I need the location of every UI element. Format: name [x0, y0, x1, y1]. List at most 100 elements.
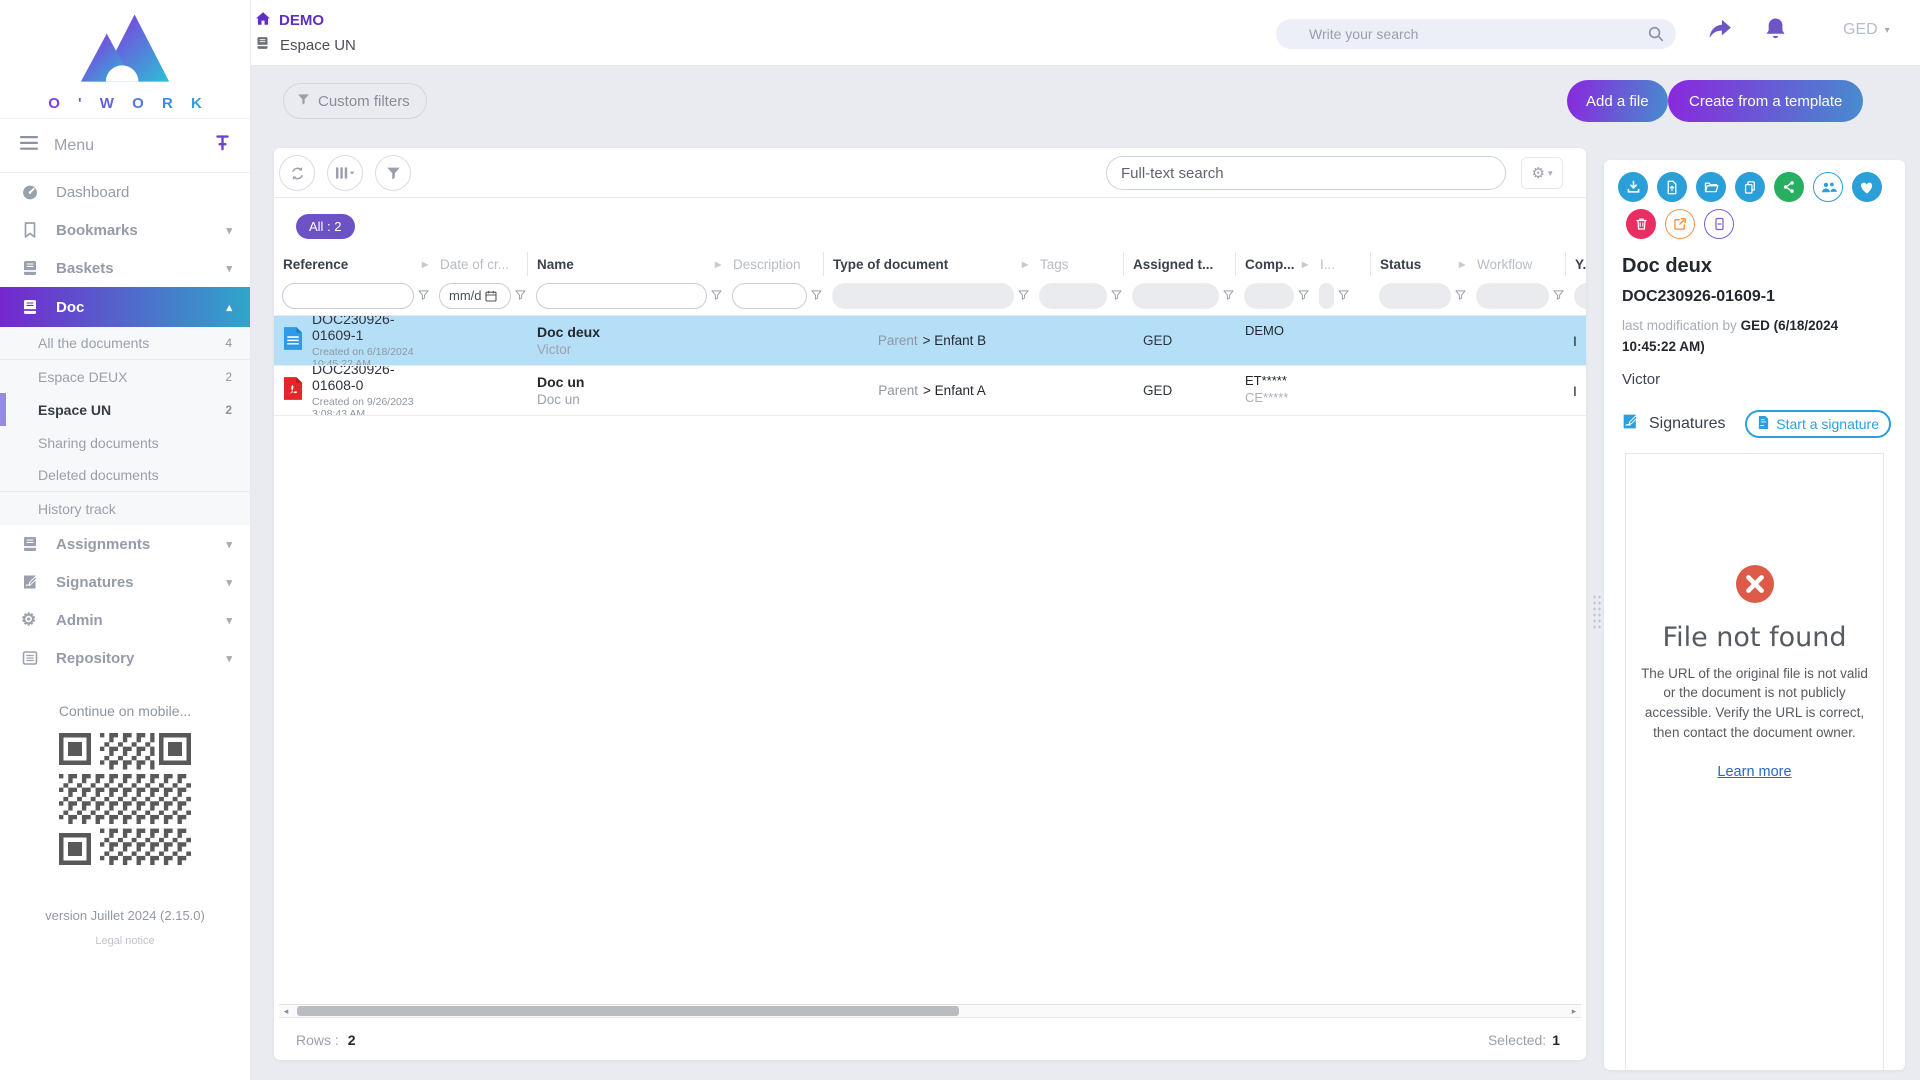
funnel-icon[interactable]	[1553, 290, 1564, 301]
document-name-sub: Doc un	[537, 392, 724, 407]
column-header-tags[interactable]: Tags	[1031, 252, 1124, 276]
pin-sidebar-icon[interactable]	[215, 135, 230, 156]
create-from-template-button[interactable]: Create from a template	[1668, 80, 1863, 122]
document-reference: DOC230926-01609-1	[312, 316, 431, 343]
filter-input-name[interactable]	[536, 283, 707, 309]
sidebar-item-baskets[interactable]: Baskets ▾	[0, 249, 250, 287]
funnel-icon[interactable]	[1018, 290, 1029, 301]
open-folder-button[interactable]	[1696, 172, 1726, 202]
funnel-icon[interactable]	[515, 290, 526, 301]
sidebar-item-doc[interactable]: Doc ▴	[0, 287, 250, 327]
search-icon[interactable]	[1648, 26, 1664, 42]
expand-column-icon[interactable]: ▸	[422, 257, 431, 271]
calendar-icon	[485, 290, 497, 302]
filter-disabled-company	[1244, 283, 1294, 309]
column-header-name[interactable]: Name▸	[528, 252, 724, 276]
sidebar-item-espace-deux[interactable]: Espace DEUX 2	[0, 360, 250, 393]
scrollbar-track[interactable]	[293, 1005, 1567, 1017]
filter-disabled-tags	[1039, 283, 1107, 309]
chevron-down-icon: ▾	[226, 652, 232, 665]
table-row[interactable]: DOC230926-01608-0 Created on 9/26/2023 3…	[274, 366, 1586, 416]
scrollbar-thumb[interactable]	[297, 1006, 959, 1016]
legal-notice-link[interactable]: Legal notice	[0, 935, 250, 947]
refresh-button[interactable]	[279, 155, 315, 191]
fulltext-search-input[interactable]	[1106, 156, 1506, 190]
sidebar-item-signatures[interactable]: Signatures ▾	[0, 563, 250, 601]
filter-disabled-type	[832, 283, 1014, 309]
column-header-assigned[interactable]: Assigned t...	[1124, 252, 1236, 276]
open-external-button[interactable]	[1665, 209, 1695, 239]
funnel-icon[interactable]	[1111, 290, 1122, 301]
add-file-version-button[interactable]	[1657, 172, 1687, 202]
table-row[interactable]: DOC230926-01609-1 Created on 6/18/2024 1…	[274, 316, 1586, 366]
share-button[interactable]	[1774, 172, 1804, 202]
filter-button[interactable]	[375, 155, 411, 191]
column-header-y[interactable]: Y...	[1566, 252, 1586, 276]
funnel-icon[interactable]	[418, 290, 429, 301]
copy-button[interactable]	[1735, 172, 1765, 202]
signatures-label: Signatures	[1649, 415, 1726, 433]
bell-icon[interactable]	[1763, 16, 1788, 46]
column-header-workflow[interactable]: Workflow	[1468, 252, 1566, 276]
breadcrumb-space[interactable]: Espace UN	[255, 35, 356, 55]
expand-column-icon[interactable]: ▸	[715, 257, 724, 271]
sidebar-item-all-documents[interactable]: All the documents 4	[0, 327, 250, 360]
sidebar-item-assignments[interactable]: Assignments ▾	[0, 525, 250, 563]
funnel-icon[interactable]	[1338, 290, 1349, 301]
sidebar-item-deleted-documents[interactable]: Deleted documents	[0, 459, 250, 492]
share-icon[interactable]	[1706, 18, 1733, 45]
funnel-icon[interactable]	[1455, 290, 1466, 301]
delete-button[interactable]	[1626, 209, 1656, 239]
assign-users-button[interactable]	[1813, 172, 1843, 202]
column-header-i[interactable]: I...	[1311, 252, 1371, 276]
scroll-left-icon[interactable]: ◂	[279, 1006, 293, 1017]
sidebar-item-dashboard[interactable]: Dashboard	[0, 173, 250, 211]
column-header-type[interactable]: Type of document▸	[824, 252, 1031, 276]
breadcrumb-workspace[interactable]: DEMO	[255, 11, 324, 30]
scroll-right-icon[interactable]: ▸	[1567, 1006, 1581, 1017]
global-search	[1276, 19, 1676, 49]
favorite-button[interactable]	[1852, 172, 1882, 202]
type-child: > Enfant A	[923, 383, 986, 398]
menu-row[interactable]: Menu	[0, 118, 250, 173]
column-header-reference[interactable]: Reference▸	[274, 252, 431, 276]
horizontal-scrollbar[interactable]: ◂ ▸	[279, 1004, 1581, 1018]
document-properties-button[interactable]	[1704, 209, 1734, 239]
filter-date-input[interactable]: mm/d	[439, 283, 511, 309]
panel-resize-handle[interactable]	[1592, 594, 1602, 630]
sidebar-item-sharing-documents[interactable]: Sharing documents	[0, 426, 250, 459]
column-header-company[interactable]: Comp...▸	[1236, 252, 1311, 276]
expand-column-icon[interactable]: ▸	[1302, 257, 1311, 271]
funnel-icon[interactable]	[1223, 290, 1234, 301]
filter-input-description[interactable]	[732, 283, 807, 309]
document-name: Doc un	[537, 374, 724, 390]
selected-value: 1	[1552, 1032, 1560, 1048]
expand-column-icon[interactable]: ▸	[1022, 257, 1031, 271]
hamburger-icon[interactable]	[20, 136, 38, 155]
column-header-status[interactable]: Status▸	[1371, 252, 1468, 276]
column-header-description[interactable]: Description	[724, 252, 824, 276]
user-menu[interactable]: GED ▾	[1843, 21, 1890, 39]
expand-column-icon[interactable]: ▸	[1459, 257, 1468, 271]
funnel-icon[interactable]	[811, 290, 822, 301]
filter-input-reference[interactable]	[282, 283, 414, 309]
funnel-icon[interactable]	[711, 290, 722, 301]
all-count-badge[interactable]: All : 2	[296, 214, 355, 239]
sidebar-item-bookmarks[interactable]: Bookmarks ▾	[0, 211, 250, 249]
columns-button[interactable]	[327, 155, 363, 191]
doc-subnav: All the documents 4 Espace DEUX 2 Espace…	[0, 327, 250, 525]
table-settings-button[interactable]: ⚙▾	[1521, 157, 1563, 189]
sidebar-item-espace-un[interactable]: Espace UN 2	[0, 393, 250, 426]
download-button[interactable]	[1618, 172, 1648, 202]
sidebar-item-repository[interactable]: Repository ▾	[0, 639, 250, 677]
wordmark: O ' W O R K	[41, 95, 209, 112]
add-file-button[interactable]: Add a file	[1567, 80, 1668, 122]
column-header-date[interactable]: Date of cr...	[431, 252, 528, 276]
learn-more-link[interactable]: Learn more	[1717, 764, 1791, 780]
start-signature-button[interactable]: Start a signature	[1745, 410, 1891, 438]
sidebar-item-admin[interactable]: ⚙ Admin ▾	[0, 601, 250, 639]
funnel-icon[interactable]	[1298, 290, 1309, 301]
sidebar-item-history-track[interactable]: History track	[0, 492, 250, 525]
custom-filters-button[interactable]: Custom filters	[283, 83, 427, 119]
global-search-input[interactable]	[1276, 26, 1648, 42]
